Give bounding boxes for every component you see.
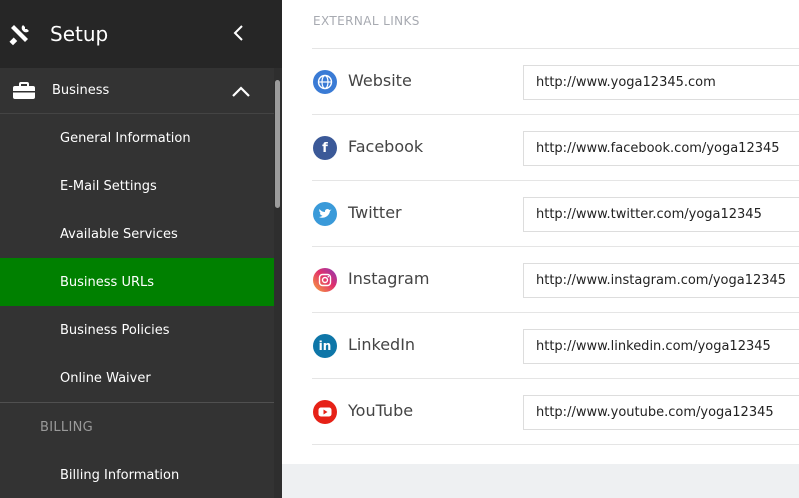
sidebar-header: Setup	[0, 0, 282, 68]
scrollbar-thumb[interactable]	[275, 80, 280, 208]
tools-icon	[8, 22, 32, 46]
youtube-icon	[313, 400, 337, 424]
sidebar: Setup Business General Information E-Mai…	[0, 0, 282, 498]
twitter-url-input[interactable]	[523, 197, 799, 232]
facebook-icon: f	[313, 136, 337, 160]
link-row-twitter: Twitter	[312, 181, 799, 247]
sidebar-section-label: Business	[52, 83, 110, 98]
website-url-input[interactable]	[523, 65, 799, 100]
sidebar-scrollbar[interactable]	[274, 68, 282, 498]
linkedin-url-input[interactable]	[523, 329, 799, 364]
page-title: Setup	[50, 22, 109, 46]
link-name: YouTube	[348, 401, 414, 420]
link-name: Twitter	[348, 203, 402, 222]
link-name: Instagram	[348, 269, 430, 288]
globe-icon	[313, 70, 337, 94]
sidebar-item-billing-information[interactable]: Billing Information	[0, 451, 282, 498]
link-row-facebook: f Facebook	[312, 115, 799, 181]
sidebar-section-business[interactable]: Business	[0, 68, 282, 114]
instagram-icon	[313, 268, 337, 292]
facebook-url-input[interactable]	[523, 131, 799, 166]
link-name: Website	[348, 71, 412, 90]
panel-footer-band	[282, 464, 799, 498]
chevron-up-icon[interactable]	[228, 80, 254, 102]
sidebar-item-general-information[interactable]: General Information	[0, 114, 282, 162]
sidebar-item-business-urls[interactable]: Business URLs	[0, 258, 282, 306]
link-row-linkedin: in LinkedIn	[312, 313, 799, 379]
collapse-sidebar-chevron-left-icon[interactable]	[226, 20, 252, 46]
link-row-instagram: Instagram	[312, 247, 799, 313]
link-row-website: Website	[312, 49, 799, 115]
links-list: Website f Facebook Twitter Instagram in …	[312, 48, 799, 445]
sidebar-item-email-settings[interactable]: E-Mail Settings	[0, 162, 282, 210]
link-row-youtube: YouTube	[312, 379, 799, 445]
sidebar-item-available-services[interactable]: Available Services	[0, 210, 282, 258]
sidebar-group-billing: BILLING	[40, 419, 93, 435]
linkedin-icon: in	[313, 334, 337, 358]
link-name: LinkedIn	[348, 335, 416, 354]
sidebar-item-business-policies[interactable]: Business Policies	[0, 306, 282, 354]
briefcase-icon	[12, 82, 36, 100]
instagram-url-input[interactable]	[523, 263, 799, 298]
link-name: Facebook	[348, 137, 424, 156]
sidebar-item-online-waiver[interactable]: Online Waiver	[0, 354, 282, 402]
youtube-url-input[interactable]	[523, 395, 799, 430]
main-panel: EXTERNAL LINKS Website f Facebook Twitte…	[282, 0, 799, 464]
twitter-icon	[313, 202, 337, 226]
section-title: EXTERNAL LINKS	[313, 14, 420, 28]
